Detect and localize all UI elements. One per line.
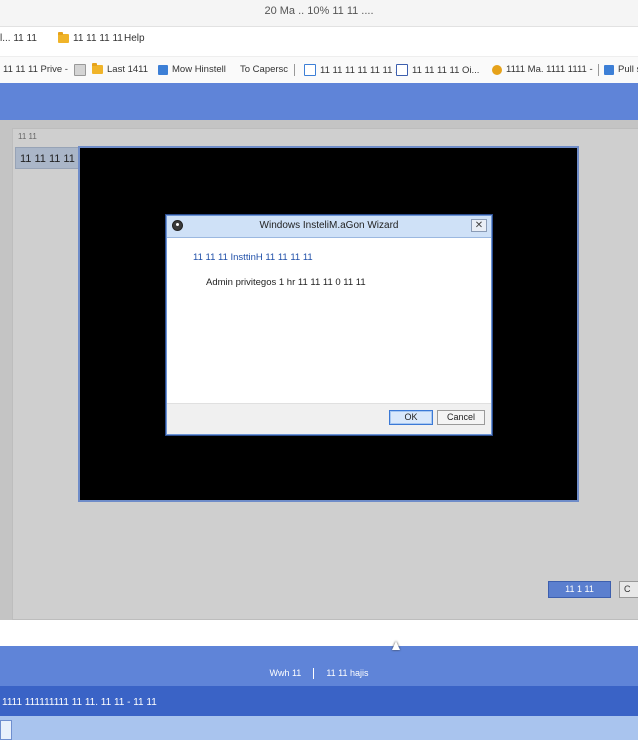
footer-divider [313, 668, 315, 680]
mouse-cursor-icon [392, 641, 400, 650]
window-icon [396, 64, 408, 76]
folder-icon [58, 32, 69, 43]
menu-item-label: l... 11 11 [0, 33, 37, 44]
bookmark-item-1[interactable]: 11 11 11 Prive - [3, 64, 68, 75]
window-title-bar: 20 Ma .. 10% 11 11 .... [0, 0, 638, 27]
bottom-strip-tab[interactable] [0, 720, 12, 740]
dialog-heading: 11 11 11 InsttinH 11 11 11 11 [193, 252, 313, 263]
bookmark-item-3[interactable]: Mow Hinstell [158, 64, 226, 75]
bookmark-item-5[interactable]: 11 11 11 11 11 11 .. [304, 64, 400, 76]
people-icon [492, 64, 502, 75]
menu-item-label: Help [124, 33, 145, 44]
window-title: 20 Ma .. 10% 11 11 .... [264, 5, 374, 17]
status-text: 1111 111111111 11 11. 11 11 - 11 11 [2, 697, 157, 708]
page-header-band [0, 83, 638, 120]
bookmark-label: Pull si [618, 64, 638, 75]
status-bar: 1111 111111111 11 11. 11 11 - 11 11 [0, 686, 638, 716]
footer-links: Wwh 11 11 11 hajis [0, 668, 638, 680]
menu-item-2[interactable]: 11 11 11 11 [58, 32, 123, 44]
divider-gap [0, 620, 638, 646]
page-icon [604, 64, 614, 75]
secondary-button[interactable]: C [619, 581, 638, 598]
bookmark-label: 11 11 11 11 11 11 .. [320, 64, 401, 76]
bookmark-icon-item[interactable] [74, 64, 86, 76]
page-icon [304, 64, 316, 76]
bookmark-item-7[interactable]: 1111 Ma. 1111 1111 - [492, 64, 593, 75]
footer-link-1[interactable]: Wwh 11 [269, 668, 301, 678]
menu-bar: l... 11 11 11 11 11 11 Help [0, 27, 638, 51]
menu-item-help[interactable]: Help [124, 33, 145, 44]
bookmark-item-2[interactable]: Last 1411 [92, 63, 149, 75]
panel-label: 11 11 [18, 132, 37, 141]
bookmark-item-4[interactable]: To Capersc [240, 64, 288, 75]
installation-dialog: Windows InsteliM.aGon Wizard ✕ 11 11 11 … [166, 215, 492, 435]
bookmark-item-8[interactable]: Pull si [604, 64, 638, 75]
bottom-strip [0, 716, 638, 740]
cancel-button[interactable]: Cancel [437, 410, 485, 425]
close-icon[interactable]: ✕ [471, 219, 487, 232]
bookmark-label: To Capersc [240, 64, 289, 75]
menu-item-label: 11 11 11 11 [73, 33, 123, 44]
dialog-title-bar[interactable]: Windows InsteliM.aGon Wizard ✕ [167, 216, 491, 238]
page-icon [158, 64, 168, 75]
bookmark-label: 11 11 11 11 Oi... [412, 64, 480, 76]
bookmark-label: 11 11 11 Prive - [3, 64, 68, 75]
bookmark-label: 1111 Ma. 1111 1111 - [506, 64, 593, 75]
bookmark-divider [598, 64, 599, 76]
dialog-title: Windows InsteliM.aGon Wizard [259, 220, 399, 231]
bookmark-label: Last 1411 [107, 64, 149, 75]
next-button[interactable]: 11 1 11 [548, 581, 611, 598]
menu-item-1[interactable]: l... 11 11 [0, 33, 37, 44]
page-icon [74, 64, 86, 76]
dialog-footer: OK Cancel [167, 403, 491, 434]
bookmark-label: Mow Hinstell [172, 64, 226, 75]
ok-button[interactable]: OK [389, 410, 433, 425]
dialog-message: Admin privitegos 1 hr 11 11 11 0 11 11 [206, 277, 366, 288]
folder-icon [92, 63, 103, 74]
footer-link-2[interactable]: 11 11 hajis [326, 668, 368, 678]
footer-band: Wwh 11 11 11 hajis [0, 646, 638, 686]
bookmark-divider [294, 64, 295, 76]
bookmark-item-6[interactable]: 11 11 11 11 Oi... [396, 64, 479, 76]
bookmarks-bar: 11 11 11 Prive - Last 1411 Mow Hinstell … [0, 56, 638, 84]
panel-heading: 11 11 11 11 11 [15, 147, 83, 169]
